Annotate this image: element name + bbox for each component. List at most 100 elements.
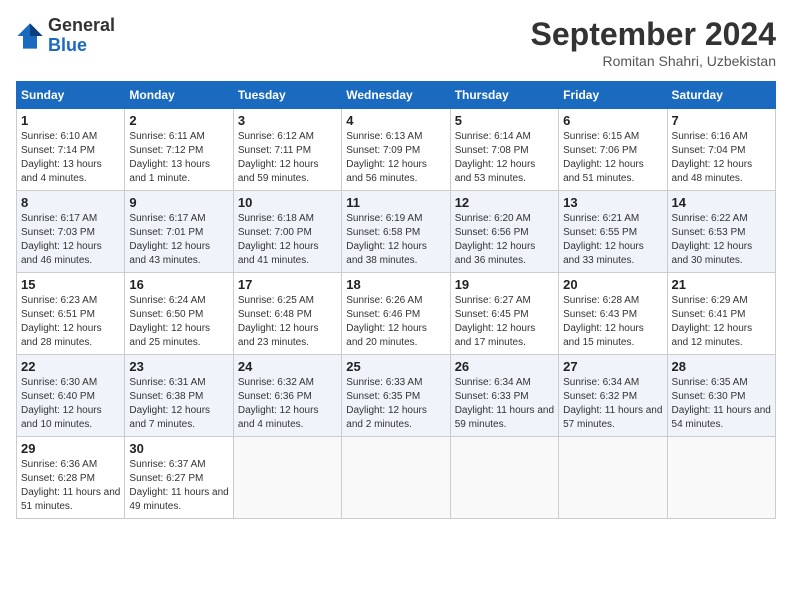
day-detail: Sunrise: 6:17 AMSunset: 7:03 PMDaylight:… bbox=[21, 212, 120, 268]
calendar-cell: 10 Sunrise: 6:18 AMSunset: 7:00 PMDayligh… bbox=[233, 191, 341, 273]
calendar-cell: 19 Sunrise: 6:27 AMSunset: 6:45 PMDayligh… bbox=[450, 273, 558, 355]
calendar-cell: 7 Sunrise: 6:16 AMSunset: 7:04 PMDaylight… bbox=[667, 109, 775, 191]
day-detail: Sunrise: 6:26 AMSunset: 6:46 PMDaylight:… bbox=[346, 294, 445, 350]
calendar-cell: 24 Sunrise: 6:32 AMSunset: 6:36 PMDayligh… bbox=[233, 355, 341, 437]
calendar-cell: 28 Sunrise: 6:35 AMSunset: 6:30 PMDayligh… bbox=[667, 355, 775, 437]
day-detail: Sunrise: 6:15 AMSunset: 7:06 PMDaylight:… bbox=[563, 130, 662, 186]
day-number: 16 bbox=[129, 277, 228, 292]
day-detail: Sunrise: 6:10 AMSunset: 7:14 PMDaylight:… bbox=[21, 130, 120, 186]
calendar-header-sunday: Sunday bbox=[17, 82, 125, 109]
calendar-cell: 1 Sunrise: 6:10 AMSunset: 7:14 PMDaylight… bbox=[17, 109, 125, 191]
day-detail: Sunrise: 6:14 AMSunset: 7:08 PMDaylight:… bbox=[455, 130, 554, 186]
day-detail: Sunrise: 6:20 AMSunset: 6:56 PMDaylight:… bbox=[455, 212, 554, 268]
calendar-cell: 12 Sunrise: 6:20 AMSunset: 6:56 PMDayligh… bbox=[450, 191, 558, 273]
calendar-cell: 18 Sunrise: 6:26 AMSunset: 6:46 PMDayligh… bbox=[342, 273, 450, 355]
day-detail: Sunrise: 6:22 AMSunset: 6:53 PMDaylight:… bbox=[672, 212, 771, 268]
day-number: 6 bbox=[563, 113, 662, 128]
day-number: 7 bbox=[672, 113, 771, 128]
calendar-cell bbox=[667, 437, 775, 519]
day-detail: Sunrise: 6:30 AMSunset: 6:40 PMDaylight:… bbox=[21, 376, 120, 432]
day-detail: Sunrise: 6:12 AMSunset: 7:11 PMDaylight:… bbox=[238, 130, 337, 186]
calendar-header-friday: Friday bbox=[559, 82, 667, 109]
calendar-header-wednesday: Wednesday bbox=[342, 82, 450, 109]
day-detail: Sunrise: 6:33 AMSunset: 6:35 PMDaylight:… bbox=[346, 376, 445, 432]
day-detail: Sunrise: 6:16 AMSunset: 7:04 PMDaylight:… bbox=[672, 130, 771, 186]
day-number: 27 bbox=[563, 359, 662, 374]
calendar-cell: 25 Sunrise: 6:33 AMSunset: 6:35 PMDayligh… bbox=[342, 355, 450, 437]
day-detail: Sunrise: 6:25 AMSunset: 6:48 PMDaylight:… bbox=[238, 294, 337, 350]
calendar-table: SundayMondayTuesdayWednesdayThursdayFrid… bbox=[16, 81, 776, 519]
calendar-cell: 17 Sunrise: 6:25 AMSunset: 6:48 PMDayligh… bbox=[233, 273, 341, 355]
day-number: 24 bbox=[238, 359, 337, 374]
day-number: 21 bbox=[672, 277, 771, 292]
calendar-week-row: 1 Sunrise: 6:10 AMSunset: 7:14 PMDaylight… bbox=[17, 109, 776, 191]
calendar-cell: 21 Sunrise: 6:29 AMSunset: 6:41 PMDayligh… bbox=[667, 273, 775, 355]
day-number: 4 bbox=[346, 113, 445, 128]
day-number: 15 bbox=[21, 277, 120, 292]
day-number: 12 bbox=[455, 195, 554, 210]
day-number: 22 bbox=[21, 359, 120, 374]
day-detail: Sunrise: 6:35 AMSunset: 6:30 PMDaylight:… bbox=[672, 376, 771, 432]
day-number: 29 bbox=[21, 441, 120, 456]
calendar-cell bbox=[233, 437, 341, 519]
day-detail: Sunrise: 6:34 AMSunset: 6:33 PMDaylight:… bbox=[455, 376, 554, 432]
calendar-cell: 16Sunrise: 6:24 AMSunset: 6:50 PMDayligh… bbox=[125, 273, 233, 355]
day-number: 3 bbox=[238, 113, 337, 128]
month-title: September 2024 bbox=[531, 16, 776, 53]
day-detail: Sunrise: 6:29 AMSunset: 6:41 PMDaylight:… bbox=[672, 294, 771, 350]
calendar-cell: 13 Sunrise: 6:21 AMSunset: 6:55 PMDayligh… bbox=[559, 191, 667, 273]
day-number: 13 bbox=[563, 195, 662, 210]
day-number: 28 bbox=[672, 359, 771, 374]
day-detail: Sunrise: 6:19 AMSunset: 6:58 PMDaylight:… bbox=[346, 212, 445, 268]
day-detail: Sunrise: 6:11 AMSunset: 7:12 PMDaylight:… bbox=[129, 130, 228, 186]
calendar-week-row: 29 Sunrise: 6:36 AMSunset: 6:28 PMDayligh… bbox=[17, 437, 776, 519]
day-number: 17 bbox=[238, 277, 337, 292]
logo-icon bbox=[16, 22, 44, 50]
calendar-cell: 4 Sunrise: 6:13 AMSunset: 7:09 PMDaylight… bbox=[342, 109, 450, 191]
day-detail: Sunrise: 6:27 AMSunset: 6:45 PMDaylight:… bbox=[455, 294, 554, 350]
calendar-cell: 23 Sunrise: 6:31 AMSunset: 6:38 PMDayligh… bbox=[125, 355, 233, 437]
logo-blue-text: Blue bbox=[48, 36, 115, 56]
calendar-cell: 29 Sunrise: 6:36 AMSunset: 6:28 PMDayligh… bbox=[17, 437, 125, 519]
calendar-cell: 2 Sunrise: 6:11 AMSunset: 7:12 PMDaylight… bbox=[125, 109, 233, 191]
calendar-cell: 22 Sunrise: 6:30 AMSunset: 6:40 PMDayligh… bbox=[17, 355, 125, 437]
day-detail: Sunrise: 6:31 AMSunset: 6:38 PMDaylight:… bbox=[129, 376, 228, 432]
day-number: 2 bbox=[129, 113, 228, 128]
day-detail: Sunrise: 6:18 AMSunset: 7:00 PMDaylight:… bbox=[238, 212, 337, 268]
calendar-header-tuesday: Tuesday bbox=[233, 82, 341, 109]
day-detail: Sunrise: 6:32 AMSunset: 6:36 PMDaylight:… bbox=[238, 376, 337, 432]
calendar-cell: 20Sunrise: 6:28 AMSunset: 6:43 PMDayligh… bbox=[559, 273, 667, 355]
calendar-header-monday: Monday bbox=[125, 82, 233, 109]
day-number: 25 bbox=[346, 359, 445, 374]
day-number: 10 bbox=[238, 195, 337, 210]
calendar-cell: 8Sunrise: 6:17 AMSunset: 7:03 PMDaylight… bbox=[17, 191, 125, 273]
day-number: 1 bbox=[21, 113, 120, 128]
day-number: 23 bbox=[129, 359, 228, 374]
day-number: 9 bbox=[129, 195, 228, 210]
day-detail: Sunrise: 6:36 AMSunset: 6:28 PMDaylight:… bbox=[21, 458, 120, 514]
calendar-cell bbox=[450, 437, 558, 519]
day-detail: Sunrise: 6:34 AMSunset: 6:32 PMDaylight:… bbox=[563, 376, 662, 432]
day-number: 26 bbox=[455, 359, 554, 374]
calendar-cell: 30 Sunrise: 6:37 AMSunset: 6:27 PMDayligh… bbox=[125, 437, 233, 519]
day-detail: Sunrise: 6:37 AMSunset: 6:27 PMDaylight:… bbox=[129, 458, 228, 514]
calendar-cell: 6 Sunrise: 6:15 AMSunset: 7:06 PMDaylight… bbox=[559, 109, 667, 191]
day-detail: Sunrise: 6:23 AMSunset: 6:51 PMDaylight:… bbox=[21, 294, 120, 350]
day-detail: Sunrise: 6:17 AMSunset: 7:01 PMDaylight:… bbox=[129, 212, 228, 268]
day-number: 18 bbox=[346, 277, 445, 292]
calendar-cell: 27 Sunrise: 6:34 AMSunset: 6:32 PMDayligh… bbox=[559, 355, 667, 437]
calendar-cell: 3 Sunrise: 6:12 AMSunset: 7:11 PMDaylight… bbox=[233, 109, 341, 191]
day-detail: Sunrise: 6:13 AMSunset: 7:09 PMDaylight:… bbox=[346, 130, 445, 186]
calendar-week-row: 22 Sunrise: 6:30 AMSunset: 6:40 PMDayligh… bbox=[17, 355, 776, 437]
calendar-cell: 11Sunrise: 6:19 AMSunset: 6:58 PMDayligh… bbox=[342, 191, 450, 273]
day-number: 19 bbox=[455, 277, 554, 292]
location-title: Romitan Shahri, Uzbekistan bbox=[531, 53, 776, 69]
calendar-header-thursday: Thursday bbox=[450, 82, 558, 109]
calendar-cell: 5Sunrise: 6:14 AMSunset: 7:08 PMDaylight… bbox=[450, 109, 558, 191]
logo: General Blue bbox=[16, 16, 115, 56]
calendar-cell bbox=[559, 437, 667, 519]
day-detail: Sunrise: 6:21 AMSunset: 6:55 PMDaylight:… bbox=[563, 212, 662, 268]
day-number: 30 bbox=[129, 441, 228, 456]
calendar-cell: 9 Sunrise: 6:17 AMSunset: 7:01 PMDaylight… bbox=[125, 191, 233, 273]
day-number: 20 bbox=[563, 277, 662, 292]
